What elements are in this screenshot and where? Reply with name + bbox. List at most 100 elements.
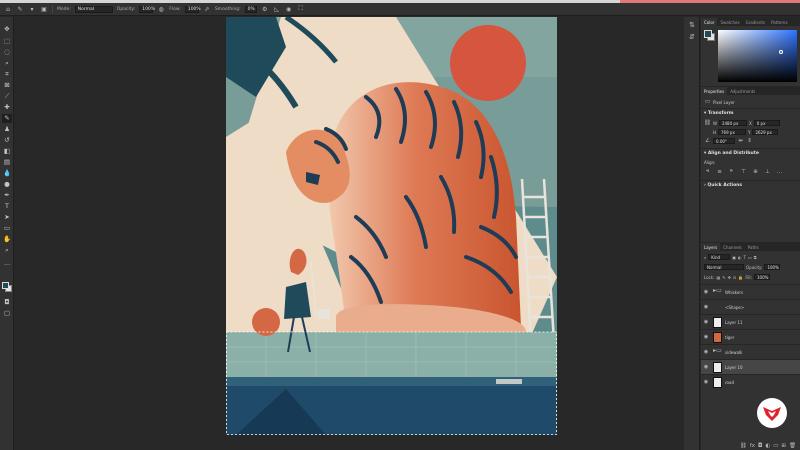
- align-center-h-icon[interactable]: ≡: [716, 169, 723, 175]
- layer-row[interactable]: ◉ ▸▭ Whiskers: [701, 284, 800, 299]
- y-field[interactable]: 2629 px: [752, 129, 779, 135]
- adjustment-layer-icon[interactable]: ◐: [765, 443, 770, 449]
- frame-tool-icon[interactable]: ⊠: [2, 81, 12, 90]
- quick-mask-icon[interactable]: ◘: [2, 298, 12, 307]
- tab-color[interactable]: Color: [701, 18, 718, 26]
- more-options-icon[interactable]: …: [776, 169, 783, 175]
- smoothing-settings-icon[interactable]: ⚙: [261, 5, 269, 13]
- zoom-tool-icon[interactable]: ⌕: [2, 246, 12, 255]
- tab-layers[interactable]: Layers: [701, 243, 721, 251]
- filter-pixel-icon[interactable]: ▣: [732, 255, 736, 260]
- eye-icon[interactable]: ◉: [701, 319, 711, 325]
- stamp-tool-icon[interactable]: ♟: [2, 125, 12, 134]
- color-picker-field[interactable]: [718, 30, 797, 82]
- crop-tool-icon[interactable]: ⌗: [2, 70, 12, 79]
- height-field[interactable]: 769 px: [718, 129, 747, 135]
- align-top-icon[interactable]: ⊤: [740, 169, 747, 175]
- layer-row-selected[interactable]: ◉ Layer 10: [701, 359, 800, 374]
- tab-gradients[interactable]: Gradients: [743, 18, 769, 26]
- filter-smart-icon[interactable]: ⧉: [754, 255, 757, 260]
- brush-tool-icon[interactable]: ✎: [2, 114, 12, 123]
- lock-paint-icon[interactable]: ✎: [722, 275, 725, 280]
- gradient-tool-icon[interactable]: ▤: [2, 158, 12, 167]
- add-mask-icon[interactable]: ◘: [758, 443, 762, 449]
- eye-icon[interactable]: ◉: [701, 289, 711, 295]
- layer-filter-select[interactable]: Kind: [708, 254, 731, 260]
- lock-position-icon[interactable]: ✥: [728, 275, 731, 280]
- tab-paths[interactable]: Paths: [745, 243, 762, 251]
- flip-horizontal-icon[interactable]: ⇹: [737, 138, 744, 144]
- width-field[interactable]: 2480 px: [718, 120, 747, 126]
- type-tool-icon[interactable]: T: [2, 202, 12, 211]
- tab-channels[interactable]: Channels: [720, 243, 745, 251]
- opacity-field[interactable]: 100%: [139, 5, 155, 13]
- brush-tool-icon[interactable]: ✎: [16, 5, 24, 13]
- screen-mode-icon[interactable]: ▢: [2, 309, 12, 318]
- layer-fill-field[interactable]: 100%: [754, 274, 771, 280]
- color-picker-cursor[interactable]: [779, 50, 783, 54]
- home-icon[interactable]: ⌂: [4, 5, 12, 13]
- tab-patterns[interactable]: Patterns: [768, 18, 790, 26]
- hand-tool-icon[interactable]: ✋: [2, 235, 12, 244]
- filter-type-icon[interactable]: T: [744, 255, 746, 260]
- eye-icon[interactable]: ◉: [701, 334, 711, 340]
- tab-adjustments[interactable]: Adjustments: [727, 87, 758, 95]
- lasso-tool-icon[interactable]: ◌: [2, 48, 12, 57]
- eye-icon[interactable]: ◉: [701, 379, 711, 385]
- smoothing-field[interactable]: 0%: [244, 5, 257, 13]
- mode-select[interactable]: Normal: [74, 5, 113, 13]
- tab-swatches[interactable]: Swatches: [717, 18, 742, 26]
- lock-pixels-icon[interactable]: ▦: [716, 275, 720, 280]
- eye-icon[interactable]: ◉: [701, 349, 711, 355]
- history-brush-icon[interactable]: ↺: [2, 136, 12, 145]
- blend-mode-select[interactable]: Normal: [704, 264, 744, 270]
- pressure-size-icon[interactable]: ◉: [285, 5, 293, 13]
- align-right-icon[interactable]: ⫸: [728, 168, 735, 175]
- layer-row[interactable]: ◉ <Shape>: [701, 299, 800, 314]
- filter-shape-icon[interactable]: ▭: [748, 255, 752, 260]
- layer-row[interactable]: ◉ Layer 11: [701, 314, 800, 329]
- angle-icon[interactable]: ◺: [273, 5, 281, 13]
- more-tools-icon[interactable]: …: [2, 259, 12, 268]
- fx-icon[interactable]: fx: [750, 443, 755, 449]
- foreground-color-swatch[interactable]: [2, 282, 9, 289]
- trash-icon[interactable]: 🗑: [789, 443, 796, 449]
- align-middle-v-icon[interactable]: ⊕: [752, 169, 759, 175]
- document-canvas[interactable]: [226, 17, 557, 435]
- tab-properties[interactable]: Properties: [701, 87, 728, 95]
- marquee-tool-icon[interactable]: ⬚: [2, 37, 12, 46]
- layer-row[interactable]: ◉ tiger: [701, 329, 800, 344]
- eye-icon[interactable]: ◉: [701, 364, 711, 370]
- eyedropper-tool-icon[interactable]: ⟋: [2, 92, 12, 101]
- color-panel-foreground-swatch[interactable]: [704, 30, 712, 38]
- lock-artboard-icon[interactable]: ⊡: [733, 275, 736, 280]
- shape-tool-icon[interactable]: ▭: [2, 224, 12, 233]
- layer-row[interactable]: ◉ road: [701, 374, 800, 389]
- new-layer-icon[interactable]: ⊞: [781, 443, 786, 449]
- move-tool-icon[interactable]: ✥: [2, 25, 12, 34]
- align-bottom-icon[interactable]: ⊥: [764, 169, 771, 175]
- pressure-opacity-icon[interactable]: ◍: [157, 5, 165, 13]
- brush-preset-chevron-icon[interactable]: ▾: [28, 5, 36, 13]
- filter-adjust-icon[interactable]: ◐: [738, 255, 742, 260]
- pen-tool-icon[interactable]: ✒: [2, 191, 12, 200]
- dodge-tool-icon[interactable]: ●: [2, 180, 12, 189]
- new-group-icon[interactable]: ▭: [773, 443, 778, 449]
- brush-settings-icon[interactable]: ▣: [40, 5, 48, 13]
- flip-vertical-icon[interactable]: ⇕: [746, 138, 753, 144]
- path-select-tool-icon[interactable]: ➤: [2, 213, 12, 222]
- lock-all-icon[interactable]: 🔒: [738, 275, 743, 280]
- eye-icon[interactable]: ◉: [701, 304, 711, 310]
- history-panel-icon[interactable]: ⇅: [688, 21, 696, 29]
- healing-tool-icon[interactable]: ✚: [2, 103, 12, 112]
- x-field[interactable]: 0 px: [753, 120, 780, 126]
- symmetry-icon[interactable]: ⛶: [297, 5, 305, 13]
- link-icon[interactable]: ⛓: [704, 120, 711, 126]
- align-left-icon[interactable]: ⫷: [704, 168, 711, 175]
- eraser-tool-icon[interactable]: ◧: [2, 147, 12, 156]
- quick-select-tool-icon[interactable]: ⌕: [2, 59, 12, 68]
- layer-row[interactable]: ◉ ▸▭ sidewalk: [701, 344, 800, 359]
- layer-opacity-field[interactable]: 100%: [764, 264, 781, 270]
- airbrush-icon[interactable]: ⇗: [203, 5, 211, 13]
- actions-panel-icon[interactable]: ⇵: [688, 33, 696, 41]
